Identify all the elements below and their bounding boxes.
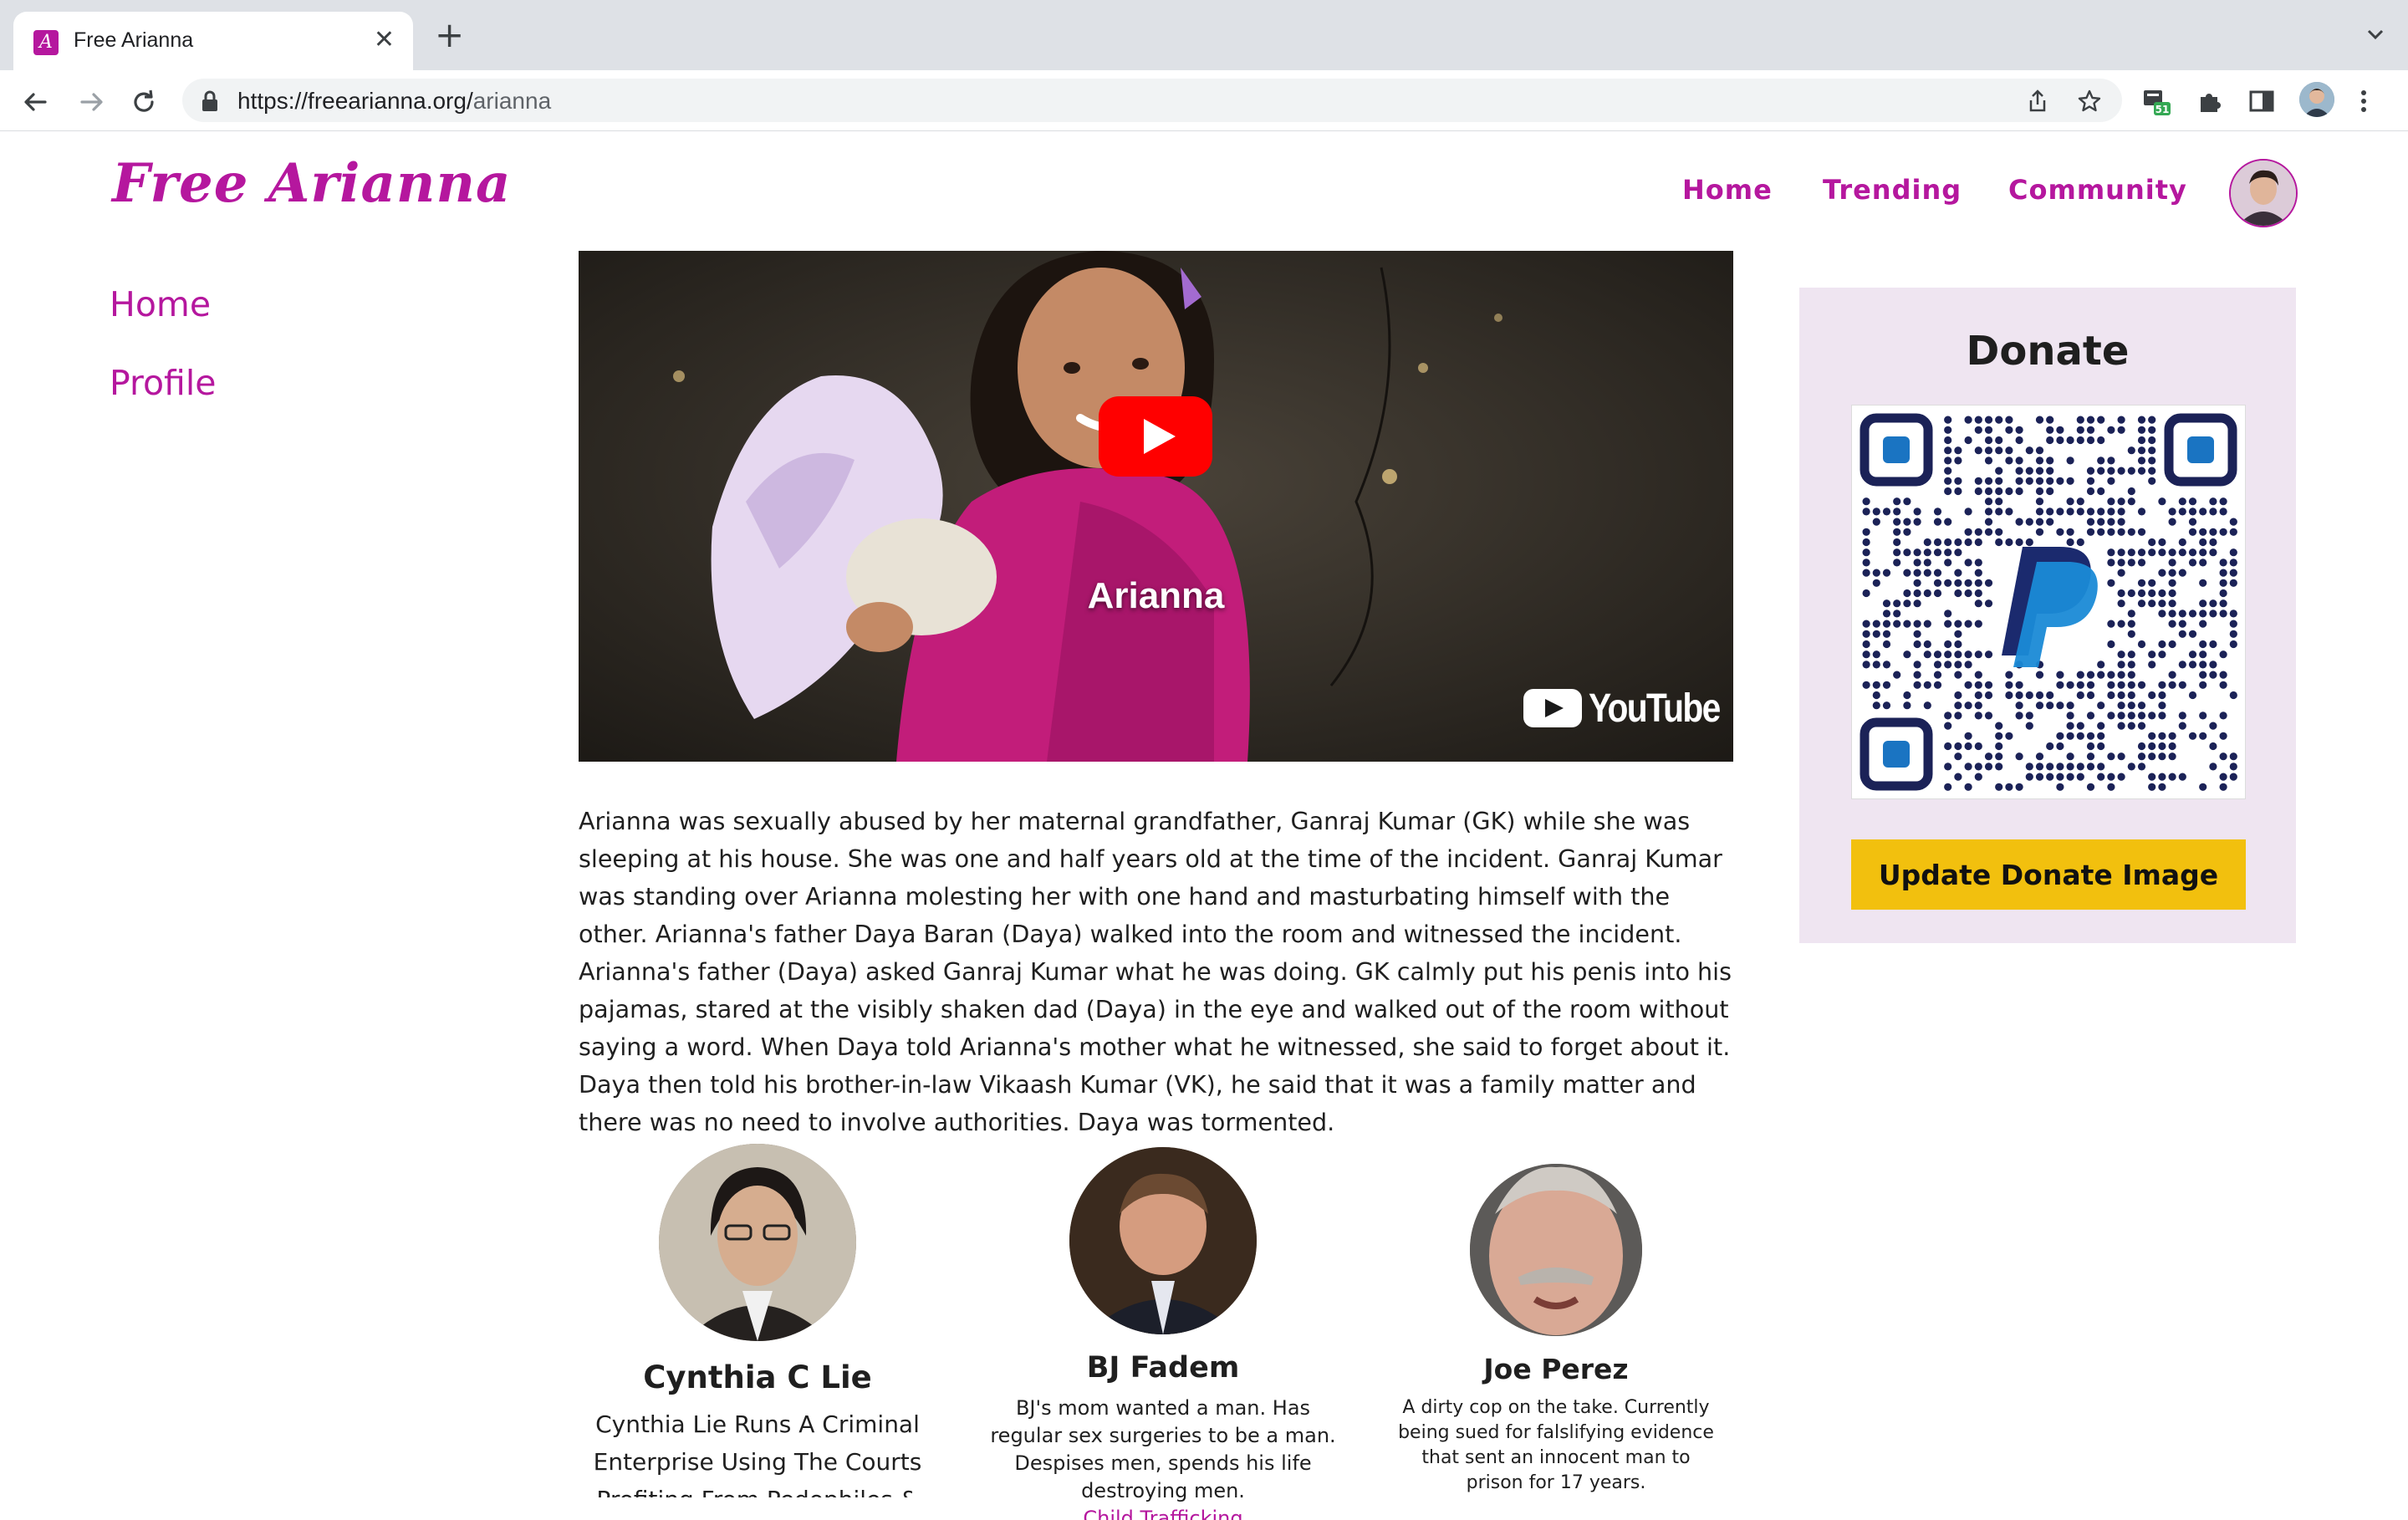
url-text: https://freearianna.org/arianna	[237, 88, 552, 114]
back-arrow-icon[interactable]	[18, 85, 52, 119]
play-button[interactable]	[1099, 396, 1212, 477]
nav-trending-link[interactable]: Trending	[1823, 174, 1962, 206]
youtube-logo-text: YouTube	[1589, 686, 1721, 731]
puzzle-extensions-icon[interactable]	[2196, 87, 2224, 115]
extension-icon[interactable]: 51	[2142, 87, 2171, 115]
paypal-qr-code	[1851, 405, 2246, 799]
person-description: Cynthia Lie Runs A Criminal Enterprise U…	[593, 1410, 922, 1476]
person-photo	[659, 1144, 856, 1341]
video-caption: Arianna	[1087, 575, 1225, 616]
nav-community-link[interactable]: Community	[2008, 174, 2187, 206]
share-icon[interactable]	[2025, 89, 2050, 114]
tab-search-chevron-icon[interactable]	[2365, 23, 2386, 45]
address-bar[interactable]: https://freearianna.org/arianna	[182, 79, 2122, 122]
browser-tab-strip: A Free Arianna ✕ +	[0, 0, 2408, 70]
youtube-play-icon	[1523, 689, 1582, 727]
side-panel-icon[interactable]	[2247, 87, 2276, 115]
update-donate-image-button[interactable]: Update Donate Image	[1851, 839, 2246, 910]
browser-tab[interactable]: A Free Arianna ✕	[13, 12, 413, 70]
site-favicon-icon: A	[33, 30, 59, 55]
close-tab-icon[interactable]: ✕	[374, 25, 395, 55]
person-photo	[1069, 1147, 1257, 1334]
extension-badge-count: 51	[2155, 104, 2170, 115]
new-tab-icon[interactable]: +	[435, 18, 464, 53]
browser-menu-icon[interactable]	[2349, 87, 2378, 115]
child-trafficking-link[interactable]: Child Trafficking	[983, 1505, 1343, 1520]
nav-home-link[interactable]: Home	[1682, 174, 1773, 206]
person-photo	[1470, 1164, 1642, 1336]
person-card[interactable]: BJ Fadem BJ's mom wanted a man. Has regu…	[983, 1147, 1343, 1520]
browser-toolbar: https://freearianna.org/arianna 51	[0, 70, 2408, 131]
youtube-video-player[interactable]: Arianna YouTube	[579, 251, 1733, 762]
lock-icon[interactable]	[201, 90, 219, 112]
bookmark-star-icon[interactable]	[2077, 89, 2102, 114]
person-card[interactable]: Cynthia C Lie Cynthia Lie Runs A Crimina…	[590, 1144, 925, 1497]
sidebar-item-profile[interactable]: Profile	[110, 363, 216, 403]
tab-title: Free Arianna	[74, 28, 194, 52]
browser-profile-avatar[interactable]	[2299, 82, 2334, 117]
sidebar-item-home[interactable]: Home	[110, 284, 211, 324]
user-avatar[interactable]	[2229, 159, 2298, 227]
person-description-overflow: Profiting From Pedophiles &	[590, 1481, 925, 1497]
person-description: BJ's mom wanted a man. Has regular sex s…	[990, 1396, 1336, 1502]
donate-card: Donate Update Donate Image	[1799, 288, 2296, 943]
person-card[interactable]: Joe Perez A dirty cop on the take. Curre…	[1393, 1164, 1719, 1496]
person-name: BJ Fadem	[1086, 1351, 1240, 1385]
donate-title: Donate	[1966, 328, 2130, 375]
site-logo[interactable]: Free Arianna	[112, 152, 511, 215]
reload-icon[interactable]	[127, 85, 161, 119]
story-paragraph: Arianna was sexually abused by her mater…	[579, 807, 1732, 1136]
forward-arrow-icon[interactable]	[75, 85, 109, 119]
person-name: Joe Perez	[1483, 1353, 1629, 1385]
person-name: Cynthia C Lie	[643, 1359, 872, 1395]
video-thumbnail	[579, 251, 1733, 762]
person-description: A dirty cop on the take. Currently being…	[1398, 1397, 1714, 1493]
